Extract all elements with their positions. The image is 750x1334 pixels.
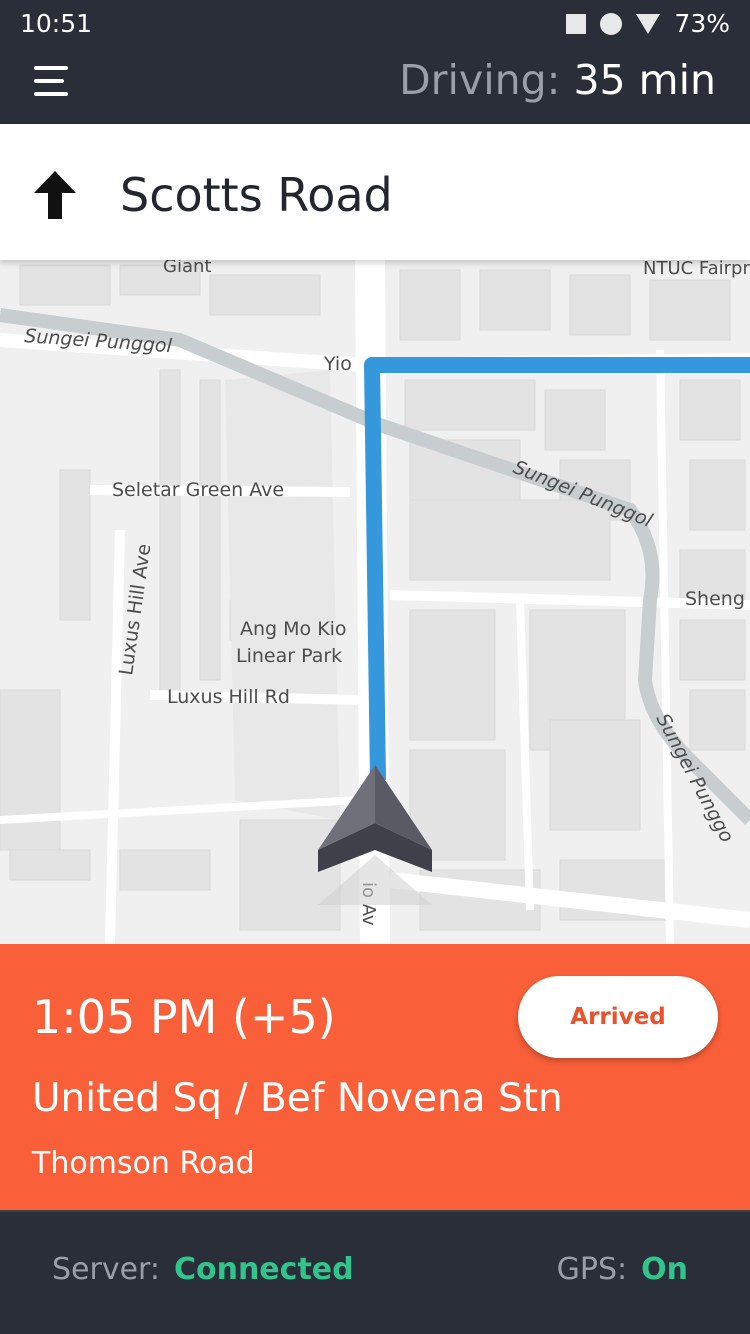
- server-label: Server:: [52, 1252, 160, 1287]
- map-label-giant: Giant: [163, 260, 211, 277]
- server-value: Connected: [173, 1252, 354, 1287]
- driving-time: Driving: 35 min: [399, 56, 716, 104]
- gps-label: GPS:: [556, 1252, 628, 1287]
- map-view[interactable]: Giant NTUC Fairpr Sungei Punggol Yio Sun…: [0, 260, 750, 944]
- map-label-sheng: Sheng: [685, 588, 745, 610]
- arrow-up-icon: [34, 171, 76, 219]
- eta-time: 1:05 PM (+5): [32, 990, 336, 1044]
- top-bar: Driving: 35 min: [0, 48, 750, 124]
- map-label-yio: Yio: [323, 353, 352, 375]
- battery-level: 73%: [674, 9, 730, 38]
- destination-card: 1:05 PM (+5) Arrived United Sq / Bef Nov…: [0, 944, 750, 1210]
- map-label-amk-park-2: Linear Park: [236, 645, 342, 667]
- driving-label: Driving:: [399, 56, 561, 104]
- hamburger-icon[interactable]: [34, 66, 72, 100]
- circle-notification-icon: [600, 12, 623, 35]
- server-status: Server: Connected: [52, 1252, 354, 1287]
- map-label-amk-park-1: Ang Mo Kio: [240, 618, 347, 640]
- status-time: 10:51: [20, 9, 93, 38]
- square-notification-icon: [566, 13, 587, 34]
- gps-value: On: [641, 1252, 688, 1287]
- driving-value: 35 min: [573, 56, 716, 104]
- arrived-button[interactable]: Arrived: [518, 976, 718, 1058]
- road-name: Thomson Road: [32, 1146, 255, 1181]
- status-bar: 10:51 73%: [0, 0, 750, 48]
- wifi-icon: [636, 13, 661, 34]
- map-label-luxus-hill-rd: Luxus Hill Rd: [167, 686, 290, 708]
- map-canvas: Giant NTUC Fairpr Sungei Punggol Yio Sun…: [0, 260, 750, 944]
- street-name: Scotts Road: [120, 168, 393, 222]
- map-label-ntuc: NTUC Fairpr: [643, 260, 750, 279]
- gps-status: GPS: On: [557, 1252, 688, 1287]
- connection-status-bar: Server: Connected GPS: On: [0, 1210, 750, 1334]
- status-icons: 73%: [566, 9, 730, 38]
- stop-name: United Sq / Bef Novena Stn: [32, 1076, 563, 1121]
- map-label-seletar-green-ave: Seletar Green Ave: [112, 479, 284, 501]
- turn-instruction: Scotts Road: [0, 124, 750, 260]
